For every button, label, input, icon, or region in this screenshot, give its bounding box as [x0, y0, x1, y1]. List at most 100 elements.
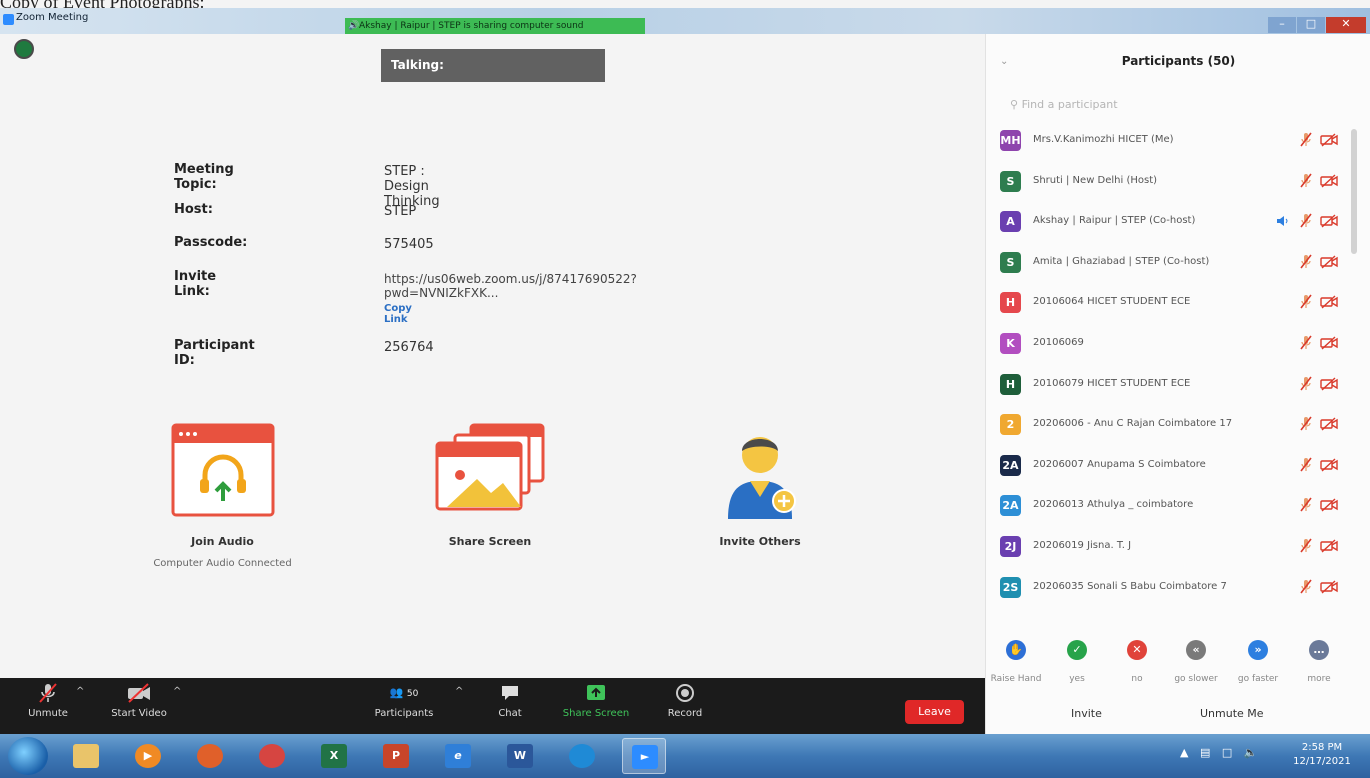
share-screen-arrow-icon — [587, 685, 605, 700]
muted-mic-icon[interactable] — [1299, 172, 1313, 190]
participant-list-scrollbar[interactable] — [1351, 129, 1357, 254]
muted-mic-icon[interactable] — [1299, 496, 1313, 514]
taskbar-chrome[interactable] — [250, 738, 294, 774]
participant-name: Akshay | Raipur | STEP (Co-host) — [1033, 215, 1196, 227]
video-off-icon[interactable] — [1320, 498, 1338, 512]
muted-mic-icon[interactable] — [1299, 578, 1313, 596]
unmute-button[interactable]: Unmute — [20, 682, 76, 719]
internet-explorer-icon: e — [445, 744, 471, 768]
record-button[interactable]: Record — [660, 682, 710, 719]
participant-name: Mrs.V.Kanimozhi HICET (Me) — [1033, 134, 1174, 145]
taskbar-internet-explorer[interactable]: e — [436, 738, 480, 774]
show-hidden-icons-chevron-icon[interactable]: ▲ — [1180, 746, 1188, 759]
minimize-button[interactable]: – — [1268, 17, 1296, 33]
participant-row[interactable]: S Shruti | New Delhi (Host) — [986, 170, 1346, 211]
system-clock[interactable]: 2:58 PM 12/17/2021 — [1280, 741, 1364, 769]
participants-options-chevron-icon[interactable]: ^ — [455, 686, 463, 697]
video-off-icon[interactable] — [1320, 580, 1338, 594]
participant-row[interactable]: 2J 20206019 Jisna. T. J — [986, 536, 1346, 576]
taskbar-zoom[interactable]: ► — [622, 738, 666, 774]
participant-search-input[interactable]: ⚲ Find a participant — [1010, 98, 1118, 111]
muted-mic-icon[interactable] — [1299, 415, 1313, 433]
muted-mic-icon[interactable] — [1299, 456, 1313, 474]
taskbar-powerpoint[interactable]: P — [374, 738, 418, 774]
sharing-banner-text: Akshay | Raipur | STEP is sharing comput… — [359, 21, 584, 31]
taskbar-explorer[interactable] — [64, 738, 108, 774]
start-button[interactable] — [8, 737, 48, 775]
invite-button[interactable]: Invite — [1071, 707, 1102, 720]
participant-row[interactable]: MH Mrs.V.Kanimozhi HICET (Me) — [986, 130, 1346, 170]
participant-row[interactable]: H 20106064 HICET STUDENT ECE — [986, 292, 1346, 332]
participants-label: Participants — [374, 708, 434, 719]
participant-row[interactable]: K 20106069 — [986, 333, 1346, 373]
share-screen-toolbar-button[interactable]: Share Screen — [556, 682, 636, 719]
leave-button[interactable]: Leave — [905, 700, 964, 724]
participant-name: 20206013 Athulya _ coimbatore — [1033, 499, 1194, 511]
muted-mic-icon[interactable] — [1299, 212, 1313, 230]
muted-mic-icon — [39, 683, 57, 703]
muted-mic-icon[interactable] — [1299, 537, 1313, 555]
participant-row[interactable]: 2S 20206035 Sonali S Babu Coimbatore 7 — [986, 576, 1346, 617]
chat-label: Chat — [498, 708, 522, 719]
start-video-label: Start Video — [111, 708, 167, 719]
taskbar-word[interactable]: W — [498, 738, 542, 774]
chat-button[interactable]: Chat — [488, 682, 532, 719]
muted-mic-icon[interactable] — [1299, 131, 1313, 149]
taskbar-excel[interactable]: X — [312, 738, 356, 774]
participant-row[interactable]: A Akshay | Raipur | STEP (Co-host) — [986, 211, 1346, 251]
video-off-icon[interactable] — [1320, 417, 1338, 431]
close-button[interactable]: ✕ — [1326, 17, 1366, 33]
invite-others-button[interactable]: Invite Others — [680, 423, 840, 548]
participant-name: 20206006 - Anu C Rajan Coimbatore 17 — [1033, 418, 1233, 430]
firefox-icon — [197, 744, 223, 768]
window-title: Zoom Meeting — [16, 12, 89, 23]
muted-mic-icon[interactable] — [1299, 375, 1313, 393]
participant-row[interactable]: H 20106079 HICET STUDENT ECE — [986, 373, 1346, 414]
maximize-button[interactable]: □ — [1297, 17, 1325, 33]
participant-row[interactable]: 2A 20206013 Athulya _ coimbatore — [986, 495, 1346, 535]
reaction-raise-hand-button[interactable]: ✋ Raise Hand — [986, 640, 1046, 685]
unmute-me-button[interactable]: Unmute Me — [1200, 707, 1264, 720]
action-center-icon[interactable]: □ — [1222, 746, 1232, 759]
reaction-more-button[interactable]: … more — [1289, 640, 1349, 685]
video-off-icon[interactable] — [1320, 336, 1338, 350]
participants-button[interactable]: 👥 50 Participants — [368, 682, 440, 719]
volume-icon[interactable]: 🔈 — [1244, 746, 1258, 759]
start-video-button[interactable]: Start Video — [104, 682, 174, 719]
talking-indicator: Talking: — [381, 49, 605, 82]
system-tray: ▲ ▤ □ 🔈 — [1180, 746, 1257, 759]
security-shield-icon[interactable] — [14, 39, 34, 59]
video-off-icon[interactable] — [1320, 295, 1338, 309]
video-off-icon[interactable] — [1320, 458, 1338, 472]
video-off-icon[interactable] — [1320, 174, 1338, 188]
muted-mic-icon[interactable] — [1299, 253, 1313, 271]
share-screen-large-button[interactable]: Share Screen — [410, 423, 570, 548]
video-off-icon[interactable] — [1320, 214, 1338, 228]
video-options-chevron-icon[interactable]: ^ — [173, 686, 181, 697]
join-audio-button[interactable]: Join Audio Computer Audio Connected — [140, 423, 305, 569]
reaction-yes-button[interactable]: ✓ yes — [1047, 640, 1107, 685]
invite-link-value: https://us06web.zoom.us/j/87417690522?pw… — [384, 272, 637, 300]
participant-row[interactable]: S Amita | Ghaziabad | STEP (Co-host) — [986, 251, 1346, 292]
muted-mic-icon[interactable] — [1299, 334, 1313, 352]
video-off-icon[interactable] — [1320, 255, 1338, 269]
taskbar-edge[interactable] — [560, 738, 604, 774]
reaction-go-faster-button[interactable]: » go faster — [1228, 640, 1288, 685]
video-off-icon[interactable] — [1320, 133, 1338, 147]
search-placeholder: Find a participant — [1021, 98, 1118, 111]
video-off-icon[interactable] — [1320, 539, 1338, 553]
taskbar-firefox[interactable] — [188, 738, 232, 774]
participant-avatar: K — [1000, 333, 1021, 354]
audio-options-chevron-icon[interactable]: ^ — [76, 686, 84, 697]
participant-avatar: S — [1000, 170, 1021, 192]
taskbar-media-player[interactable]: ▶ — [126, 738, 170, 774]
copy-link-button[interactable]: Copy Link — [384, 303, 412, 325]
reaction-no-button[interactable]: ✕ no — [1107, 640, 1167, 685]
network-icon[interactable]: ▤ — [1200, 746, 1210, 759]
reaction-go-slower-button[interactable]: « go slower — [1166, 640, 1226, 685]
participant-avatar: S — [1000, 251, 1021, 273]
muted-mic-icon[interactable] — [1299, 293, 1313, 311]
video-off-icon[interactable] — [1320, 377, 1338, 391]
participant-row[interactable]: 2 20206006 - Anu C Rajan Coimbatore 17 — [986, 414, 1346, 454]
participant-row[interactable]: 2A 20206007 Anupama S Coimbatore — [986, 454, 1346, 495]
